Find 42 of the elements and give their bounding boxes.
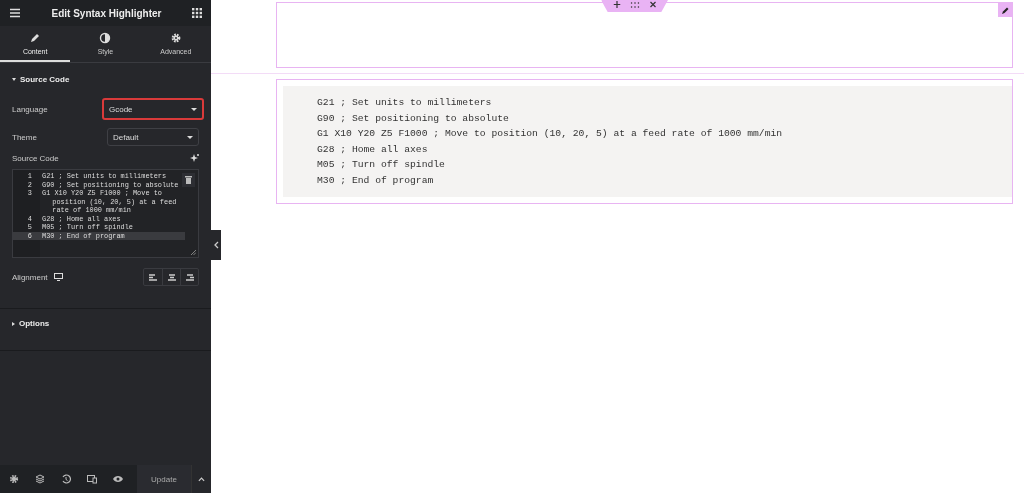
add-icon[interactable]	[613, 1, 620, 8]
dropdown[interactable]: Gcode	[102, 98, 204, 120]
gear-icon	[169, 31, 182, 44]
code-line: M05 ; Turn off spindle	[317, 158, 446, 172]
edit-button[interactable]	[998, 3, 1012, 17]
pencil-icon	[1001, 6, 1009, 14]
code-line: M30 ; End of program	[317, 173, 435, 188]
dropdown[interactable]: Default	[107, 128, 199, 146]
settings-icon[interactable]	[9, 474, 19, 484]
panel-title: Edit Syntax Highlighter	[51, 7, 162, 19]
sparkle-icon[interactable]	[190, 154, 199, 163]
responsive-icon[interactable]	[87, 474, 97, 484]
resize-icon	[191, 250, 196, 255]
contrast-icon	[99, 31, 112, 44]
close-icon[interactable]	[649, 1, 656, 8]
code-line: G28 ; Home all axes	[317, 142, 429, 157]
drag-handle-icon[interactable]	[630, 1, 639, 8]
desktop-icon[interactable]	[53, 273, 63, 281]
eye-icon[interactable]	[113, 474, 123, 484]
section-toggle[interactable]: Options	[12, 319, 199, 328]
section-toggle[interactable]: Source Code	[12, 75, 199, 84]
collapse-handle[interactable]	[211, 230, 221, 260]
grid-icon[interactable]	[192, 8, 202, 18]
code-line: G90 ; Set positioning to absolute	[317, 111, 510, 126]
align-center-icon	[167, 273, 176, 281]
align-right-icon	[185, 273, 194, 281]
menu-icon[interactable]	[9, 8, 21, 18]
update-button[interactable]: Update	[137, 465, 191, 493]
trash-icon[interactable]	[182, 173, 195, 187]
field-label: Language	[12, 104, 48, 114]
field-label: Source Code	[12, 154, 59, 163]
caret-icon	[198, 476, 205, 482]
field-label: Alignment	[12, 272, 48, 282]
alignment-control[interactable]	[143, 268, 199, 286]
code-editor[interactable]	[12, 169, 199, 258]
layers-icon[interactable]	[35, 474, 45, 484]
pencil-icon	[29, 31, 42, 44]
align-left-icon	[149, 273, 157, 281]
history-icon[interactable]	[61, 474, 71, 484]
code-line: G21 ; Set units to millimeters	[317, 96, 493, 110]
code-line: G1 X10 Y20 Z5 F1000 ; Move to position (10, 20, 5) at a feed rate of 1000 mm/min	[317, 127, 784, 141]
field-label: Theme	[12, 132, 37, 142]
